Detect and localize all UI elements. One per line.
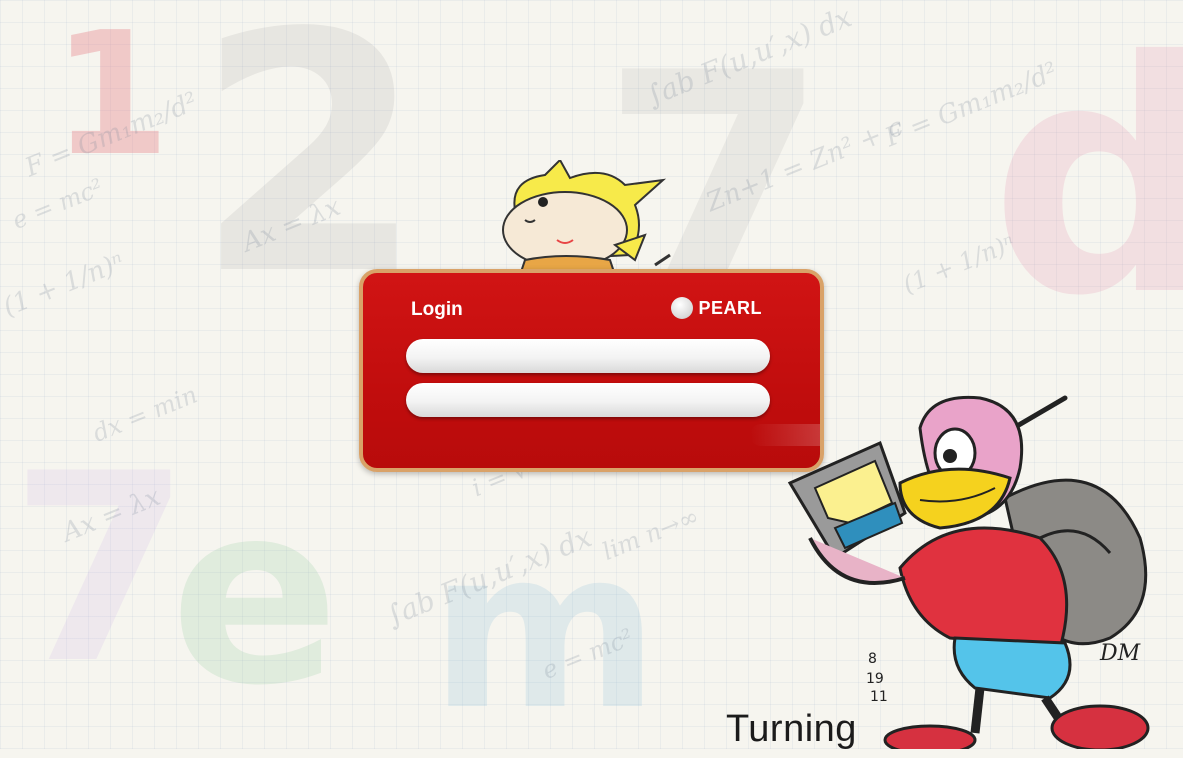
brand-name: PEARL xyxy=(698,297,762,318)
pearl-logo-icon xyxy=(671,297,694,319)
mascot-peeking-icon xyxy=(502,160,671,275)
pearl-brand: PEARL xyxy=(671,297,762,319)
footer-brand-text: Turning xyxy=(726,708,857,750)
background-glyph-e: e xyxy=(170,449,340,740)
background-glyph-d: d xyxy=(990,0,1183,366)
svg-text:19: 19 xyxy=(866,671,884,687)
svg-text:8: 8 xyxy=(868,651,877,667)
background-glyph-7b: 7 xyxy=(10,419,191,721)
mascot-bird-laptop-icon: DM 8 19 11 xyxy=(787,395,1150,749)
login-panel: Login PEARL xyxy=(359,269,824,472)
login-title: Login xyxy=(411,299,463,320)
password-input[interactable] xyxy=(406,383,770,417)
svg-text:11: 11 xyxy=(870,689,888,705)
username-input[interactable] xyxy=(406,339,770,373)
svg-text:DM: DM xyxy=(1099,641,1141,666)
